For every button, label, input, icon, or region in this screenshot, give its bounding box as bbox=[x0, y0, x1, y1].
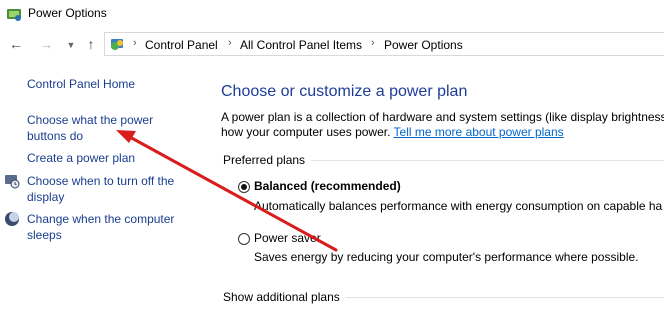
sidebar: Control Panel Home Choose what the power… bbox=[0, 60, 200, 335]
breadcrumb-separator: › bbox=[371, 37, 375, 49]
navigation-bar: ← → ▼ ↑ › Control Panel › All Control Pa… bbox=[0, 30, 664, 58]
preferred-plans-label: Preferred plans bbox=[223, 153, 312, 167]
forward-arrow-icon[interactable]: → bbox=[38, 36, 54, 52]
show-additional-plans-toggle[interactable]: Show additional plans bbox=[223, 290, 346, 304]
address-bar[interactable]: › Control Panel › All Control Panel Item… bbox=[104, 32, 664, 56]
sidebar-item-control-panel-home[interactable]: Control Panel Home bbox=[27, 76, 135, 92]
power-saver-radio[interactable] bbox=[238, 233, 250, 245]
breadcrumb-separator: › bbox=[133, 37, 137, 49]
back-arrow-icon[interactable]: ← bbox=[8, 36, 24, 52]
sidebar-item-display-off[interactable]: Choose when to turn off the display bbox=[27, 173, 174, 205]
description-line: how your computer uses power. bbox=[221, 125, 391, 139]
window-title: Power Options bbox=[28, 6, 107, 20]
sidebar-item-label: sleeps bbox=[27, 228, 62, 242]
power-options-icon bbox=[7, 9, 21, 21]
recent-locations-chevron-icon[interactable]: ▼ bbox=[63, 37, 79, 53]
description-line-2: how your computer uses power. Tell me mo… bbox=[221, 125, 664, 140]
sidebar-item-label: Choose what the power bbox=[27, 113, 154, 127]
breadcrumb-power-options[interactable]: Power Options bbox=[384, 38, 463, 52]
up-arrow-icon[interactable]: ↑ bbox=[83, 36, 99, 52]
sidebar-item-create-plan[interactable]: Create a power plan bbox=[27, 150, 135, 166]
plan-name-balanced[interactable]: Balanced (recommended) bbox=[254, 179, 401, 193]
breadcrumb-separator: › bbox=[228, 37, 232, 49]
sidebar-item-label: Change when the computer bbox=[27, 212, 175, 226]
balanced-radio[interactable] bbox=[238, 181, 250, 193]
display-off-icon bbox=[5, 175, 20, 189]
learn-more-link[interactable]: Tell me more about power plans bbox=[394, 125, 564, 139]
sidebar-item-sleep[interactable]: Change when the computer sleeps bbox=[27, 211, 174, 243]
plan-description-power-saver: Saves energy by reducing your computer's… bbox=[254, 250, 639, 264]
plan-description-balanced: Automatically balances performance with … bbox=[254, 199, 663, 213]
sleep-moon-icon bbox=[5, 212, 19, 226]
plan-name-power-saver[interactable]: Power saver bbox=[254, 231, 321, 245]
sidebar-item-power-buttons[interactable]: Choose what the power buttons do bbox=[27, 112, 153, 144]
title-bar: Power Options bbox=[0, 0, 664, 28]
control-panel-icon bbox=[111, 39, 123, 50]
sidebar-item-label: buttons do bbox=[27, 129, 84, 143]
sidebar-item-label: display bbox=[27, 190, 65, 204]
page-title: Choose or customize a power plan bbox=[221, 83, 468, 100]
main-content: Choose or customize a power plan A power… bbox=[200, 60, 664, 335]
page-description: A power plan is a collection of hardware… bbox=[221, 110, 664, 140]
breadcrumb-control-panel[interactable]: Control Panel bbox=[145, 38, 218, 52]
description-line: A power plan is a collection of hardware… bbox=[221, 110, 664, 124]
sidebar-item-label: Choose when to turn off the bbox=[27, 174, 175, 188]
breadcrumb-all-items[interactable]: All Control Panel Items bbox=[240, 38, 362, 52]
